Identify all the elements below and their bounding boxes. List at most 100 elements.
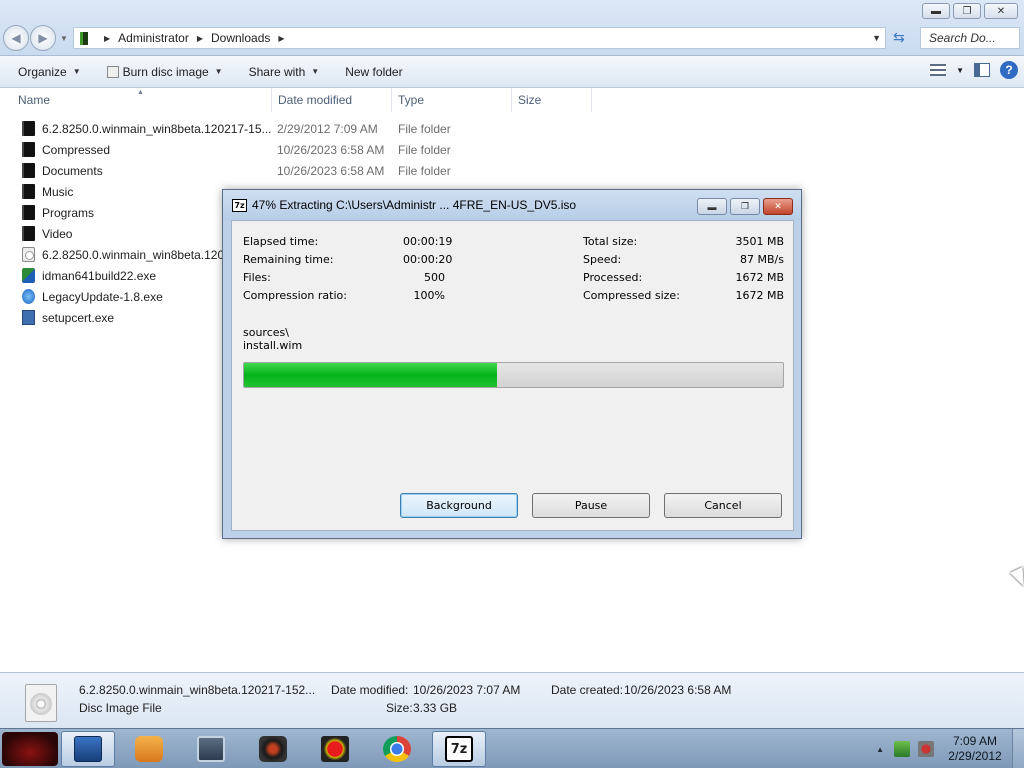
taskbar-explorer[interactable] (61, 731, 115, 767)
file-name: Programs (42, 205, 95, 220)
files-label: Files: (243, 271, 271, 284)
record-icon (321, 736, 349, 762)
progress-bar-fill (244, 363, 498, 387)
maximize-button[interactable]: ❐ (953, 3, 981, 19)
dialog-minimize-button[interactable]: ▬ (697, 198, 727, 215)
column-header-size[interactable]: Size (512, 88, 592, 112)
cancel-button[interactable]: Cancel (664, 493, 782, 518)
total-size-label: Total size: (583, 235, 638, 248)
burn-disc-icon (106, 65, 119, 78)
back-button[interactable]: ◀ (3, 25, 29, 51)
taskbar-camera-app[interactable] (246, 731, 300, 767)
7zip-icon: 7z (232, 198, 247, 212)
forward-button[interactable]: ▶ (30, 25, 56, 51)
taskbar-media-player[interactable] (122, 731, 176, 767)
selected-file-type: Disc Image File (79, 701, 162, 715)
total-size-value: 3501 MB (735, 235, 784, 248)
dialog-maximize-button[interactable]: ❐ (730, 198, 760, 215)
mouse-cursor-icon (1009, 566, 1024, 590)
file-type: File folder (398, 142, 451, 157)
back-arrow-icon: ◀ (11, 31, 21, 45)
organize-button[interactable]: Organize ▼ (10, 61, 89, 83)
toolbar-right-group: ▼ ? (930, 61, 1018, 79)
address-dropdown-icon[interactable]: ▼ (872, 33, 881, 43)
refresh-icon[interactable]: ⇆ (893, 29, 905, 46)
list-item[interactable]: Compressed 10/26/2023 6:58 AM File folde… (0, 139, 1024, 160)
extract-progress-dialog: 7z 47% Extracting C:\Users\Administr ...… (222, 189, 802, 539)
explorer-titlebar: ▬ ❐ ✕ ◀ ▶ ▼ ▶ Administrator ▶ Downloads … (0, 0, 1024, 56)
current-folder-path: sources\ (243, 326, 289, 339)
file-date: 10/26/2023 6:58 AM (277, 142, 385, 157)
selected-file-name: 6.2.8250.0.winmain_win8beta.120217-152..… (79, 683, 316, 697)
media-player-icon (135, 736, 163, 762)
taskbar-chrome[interactable] (370, 731, 424, 767)
dialog-titlebar[interactable]: 7z 47% Extracting C:\Users\Administr ...… (223, 190, 801, 220)
file-name: 6.2.8250.0.winmain_win8beta.120217-15... (42, 121, 272, 136)
volume-muted-icon[interactable] (918, 741, 934, 757)
date-modified-label: Date modified: (331, 683, 409, 697)
chevron-down-icon: ▼ (72, 67, 81, 76)
list-item[interactable]: Documents 10/26/2023 6:58 AM File folder (0, 160, 1024, 181)
processed-label: Processed: (583, 271, 643, 284)
new-folder-button[interactable]: New folder (337, 61, 410, 83)
search-input[interactable]: Search Do... (920, 27, 1020, 49)
show-hidden-icons-icon[interactable]: ▲ (876, 745, 884, 754)
start-orb-icon[interactable] (2, 732, 58, 766)
folder-icon (22, 142, 35, 157)
file-name: Video (42, 226, 73, 241)
size-label: Size: (386, 701, 413, 715)
system-tray: ▲ 7:09 AM 2/29/2012 (876, 729, 1024, 768)
compressed-size-value: 1672 MB (735, 289, 784, 302)
explorer-icon (74, 736, 102, 762)
change-view-icon[interactable] (930, 64, 947, 76)
address-bar[interactable]: ▶ Administrator ▶ Downloads ▶ ▼ (73, 27, 886, 49)
view-options-dropdown-icon[interactable]: ▼ (956, 66, 964, 75)
speed-label: Speed: (583, 253, 622, 266)
file-name: Compressed (42, 142, 111, 157)
file-name: setupcert.exe (42, 310, 115, 325)
breadcrumb-separator-icon[interactable]: ▶ (278, 34, 284, 43)
background-button[interactable]: Background (400, 493, 518, 518)
chevron-down-icon: ▼ (214, 67, 223, 76)
recent-pages-dropdown-icon[interactable]: ▼ (60, 34, 68, 43)
elapsed-time-value: 00:00:19 (403, 235, 453, 248)
share-with-button[interactable]: Share with ▼ (241, 61, 328, 83)
breadcrumb-downloads[interactable]: Downloads (211, 31, 270, 45)
file-type: File folder (398, 121, 451, 136)
window-controls: ▬ ❐ ✕ (922, 3, 1018, 19)
compression-ratio-label: Compression ratio: (243, 289, 347, 302)
taskbar-remote-desktop[interactable] (184, 731, 238, 767)
system-clock[interactable]: 7:09 AM 2/29/2012 (942, 734, 1008, 764)
taskbar-record-app[interactable] (308, 731, 362, 767)
folder-icon (22, 121, 35, 136)
setup-exe-icon (22, 310, 35, 325)
file-name: idman641build22.exe (42, 268, 157, 283)
files-value: 500 (424, 271, 445, 284)
column-header-date-modified[interactable]: Date modified (272, 88, 392, 112)
burn-disc-image-button[interactable]: Burn disc image ▼ (99, 61, 231, 83)
breadcrumb-administrator[interactable]: Administrator (118, 31, 189, 45)
show-desktop-button[interactable] (1012, 729, 1024, 768)
help-icon[interactable]: ? (1000, 61, 1018, 79)
taskbar: 7z ▲ 7:09 AM 2/29/2012 (0, 728, 1024, 768)
compression-ratio-value: 100% (413, 289, 445, 302)
pause-button[interactable]: Pause (532, 493, 650, 518)
breadcrumb-separator-icon[interactable]: ▶ (197, 34, 203, 43)
network-tray-icon[interactable] (894, 741, 910, 757)
monitor-icon (197, 736, 225, 762)
breadcrumb-separator-icon[interactable]: ▶ (104, 34, 110, 43)
sort-ascending-icon: ▲ (137, 89, 144, 96)
disc-image-thumbnail-icon (25, 684, 57, 722)
file-name: LegacyUpdate-1.8.exe (42, 289, 163, 304)
file-name: Documents (42, 163, 103, 178)
taskbar-7zip[interactable]: 7z (432, 731, 486, 767)
close-button[interactable]: ✕ (984, 3, 1018, 19)
file-name: 6.2.8250.0.winmain_win8beta.1202 (42, 247, 231, 262)
preview-pane-icon[interactable] (974, 63, 990, 77)
extraction-progress-bar (243, 362, 784, 388)
minimize-button[interactable]: ▬ (922, 3, 950, 19)
folder-icon (22, 205, 35, 220)
dialog-close-button[interactable]: ✕ (763, 198, 793, 215)
list-item[interactable]: 6.2.8250.0.winmain_win8beta.120217-15...… (0, 118, 1024, 139)
column-header-type[interactable]: Type (392, 88, 512, 112)
